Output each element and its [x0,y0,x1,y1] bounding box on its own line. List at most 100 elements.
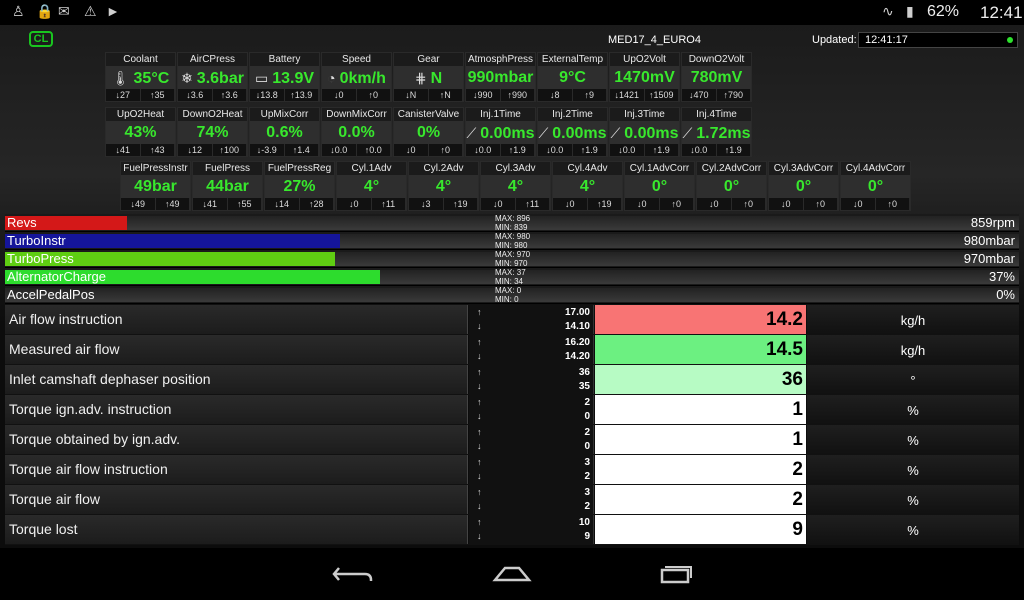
row-value: 1 [595,395,806,424]
gauge-gear[interactable]: Gear ⋕ N ↓N ↑N [393,52,464,102]
gauge-downmixcorr[interactable]: DownMixCorr 0.0% ↓0.0 ↑0.0 [321,107,392,157]
row-max: 10 [578,517,590,528]
row-value: 36 [595,365,806,394]
gauge-title: Cyl.3Adv [495,163,536,174]
row-value: 2 [595,455,806,484]
gauge-title: Gear [417,54,440,65]
gauge-minmax: ↓0 ↑0 [625,198,694,210]
battery-icon: ▭ [254,70,269,86]
table-row[interactable]: Air flow instruction ↑ 17.00 ↓ 14.10 14.2 kg/h [5,305,1019,335]
up-arrow-icon: ↑ [477,427,482,437]
row-max: 2 [584,397,590,408]
gauge-minmax: ↓49 ↑49 [121,198,190,210]
gauge-battery[interactable]: Battery ▭ 13.9V ↓13.8 ↑13.9 [249,52,320,102]
bar-max: MAX: 970 [495,250,531,259]
gauge-value-text: 4° [435,178,452,195]
gauge-canistervalve[interactable]: CanisterValve 0% ↓0 ↑0 [393,107,464,157]
gauge-speed[interactable]: Speed ◔ 0km/h ↓0 ↑0 [321,52,392,102]
gauge-max: ↑N [429,89,463,101]
row-max: 17.00 [564,307,590,318]
gauge-fuelpressreg[interactable]: FuelPressReg 27% ↓14 ↑28 [264,161,335,211]
table-row[interactable]: Torque obtained by ign.adv. ↑ 2 ↓ 0 1% [5,425,1019,455]
table-row[interactable]: Torque air flow instruction ↑ 3 ↓ 2 2% [5,455,1019,485]
gauge-min: ↓1421 [610,89,645,101]
gauge-minmax: ↓8 ↑9 [538,89,607,101]
cl-badge[interactable]: CL [29,31,53,47]
bar-max: MAX: 896 [495,214,531,223]
gauge-upo2heat[interactable]: UpO2Heat 43% ↓41 ↑43 [105,107,176,157]
table-row[interactable]: Inlet camshaft dephaser position ↑ 36 ↓ 35 36… [5,365,1019,395]
gauge-fuelpress[interactable]: FuelPress 44bar ↓41 ↑55 [192,161,263,211]
gauge-inj2time[interactable]: Inj.2Time ⟋ 0.00ms ↓0.0 ↑1.9 [537,107,608,157]
updated-label: Updated: [812,34,857,46]
gauge-title: AirCPress [189,54,235,65]
gauge-cyl1adv[interactable]: Cyl.1Adv 4° ↓0 ↑11 [336,161,407,211]
gauge-value-text: 990mbar [467,69,534,86]
gauge-value-text: 9°C [559,69,586,86]
gauge-minmax: ↓-3.9 ↑1.4 [250,144,319,156]
gauge-downo2volt[interactable]: DownO2Volt 780mV ↓470 ↑790 [681,52,752,102]
gauge-atmosphpress[interactable]: AtmosphPress 990mbar ↓990 ↑990 [465,52,536,102]
gauge-minmax: ↓12 ↑100 [178,144,247,156]
row-min: 2 [584,471,590,482]
gauge-minmax: ↓0.0 ↑1.9 [466,144,535,156]
gauge-cyl4advcorr[interactable]: Cyl.4AdvCorr 0° ↓0 ↑0 [840,161,911,211]
gauge-value-text: 49bar [134,178,177,195]
gauge-coolant[interactable]: Coolant 🌡 35°C ↓27 ↑35 [105,52,176,102]
bar-value: 970mbar [963,251,1015,266]
recents-icon[interactable] [650,558,700,588]
gauge-inj1time[interactable]: Inj.1Time ⟋ 0.00ms ↓0.0 ↑1.9 [465,107,536,157]
gauge-title: DownMixCorr [326,109,387,120]
gauge-value-text: 3.6bar [196,70,244,87]
gauge-value: 0° [697,175,766,199]
gauge-cyl2adv[interactable]: Cyl.2Adv 4° ↓3 ↑19 [408,161,479,211]
gauge-title: AtmosphPress [467,54,534,65]
gauge-value: 990mbar [466,66,535,90]
home-icon[interactable] [487,558,537,588]
row-min: 9 [584,531,590,542]
gauge-upo2volt[interactable]: UpO2Volt 1470mV ↓1421 ↑1509 [609,52,680,102]
gauge-inj4time[interactable]: Inj.4Time ⟋ 1.72ms ↓0.0 ↑1.9 [681,107,752,157]
gauge-cyl2advcorr[interactable]: Cyl.2AdvCorr 0° ↓0 ↑0 [696,161,767,211]
gauge-max: ↑100 [213,144,247,156]
gauge-value: ⟋ 0.00ms [466,121,535,145]
notification-icon: ► [106,3,120,19]
status-bar: ♙ 🔒 ✉ ⚠ ► ∿ ▮ 62% 12:41 [0,0,1024,25]
table-row[interactable]: Torque ign.adv. instruction ↑ 2 ↓ 0 1% [5,395,1019,425]
gauge-fuelpressinstr[interactable]: FuelPressInstr 49bar ↓49 ↑49 [120,161,191,211]
gauge-cyl4adv[interactable]: Cyl.4Adv 4° ↓0 ↑19 [552,161,623,211]
down-arrow-icon: ↓ [477,471,482,481]
row-unit: % [807,425,1019,454]
row-label: Inlet camshaft dephaser position [5,365,468,394]
table-row[interactable]: Measured air flow ↑ 16.20 ↓ 14.20 14.5 kg/h [5,335,1019,365]
gauge-downo2heat[interactable]: DownO2Heat 74% ↓12 ↑100 [177,107,248,157]
gauge-inj3time[interactable]: Inj.3Time ⟋ 0.00ms ↓0.0 ↑1.9 [609,107,680,157]
row-min: 2 [584,501,590,512]
gauge-min: ↓0 [481,198,516,210]
up-arrow-icon: ↑ [477,337,482,347]
gauge-value-text: 0.0% [338,124,375,141]
table-row[interactable]: Torque lost ↑ 10 ↓ 9 9% [5,515,1019,545]
gauge-value: 9°C [538,66,607,90]
gauge-minmax: ↓0 ↑19 [553,198,622,210]
gauge-minmax: ↓13.8 ↑13.9 [250,89,319,101]
row-minmax: ↑ 2 ↓ 0 [469,395,594,424]
gauge-min: ↓3.6 [178,89,213,101]
gauge-aircpress[interactable]: AirCPress ❄ 3.6bar ↓3.6 ↑3.6 [177,52,248,102]
bar-max: MAX: 980 [495,232,531,241]
back-icon[interactable] [327,558,377,588]
gauge-min: ↓0.0 [538,144,573,156]
row-value: 9 [595,515,806,544]
gauge-cyl3advcorr[interactable]: Cyl.3AdvCorr 0° ↓0 ↑0 [768,161,839,211]
gauge-value-text: 0.00ms [552,125,607,142]
gauge-cyl3adv[interactable]: Cyl.3Adv 4° ↓0 ↑11 [480,161,551,211]
gauge-max: ↑11 [372,198,406,210]
gauge-externaltemp[interactable]: ExternalTemp 9°C ↓8 ↑9 [537,52,608,102]
row-unit: % [807,395,1019,424]
gauge-cyl1advcorr[interactable]: Cyl.1AdvCorr 0° ↓0 ↑0 [624,161,695,211]
gauge-upmixcorr[interactable]: UpMixCorr 0.6% ↓-3.9 ↑1.4 [249,107,320,157]
table-row[interactable]: Torque air flow ↑ 3 ↓ 2 2% [5,485,1019,515]
gauge-max: ↑990 [501,89,535,101]
row-max: 3 [584,487,590,498]
gauge-max: ↑1.9 [645,144,679,156]
